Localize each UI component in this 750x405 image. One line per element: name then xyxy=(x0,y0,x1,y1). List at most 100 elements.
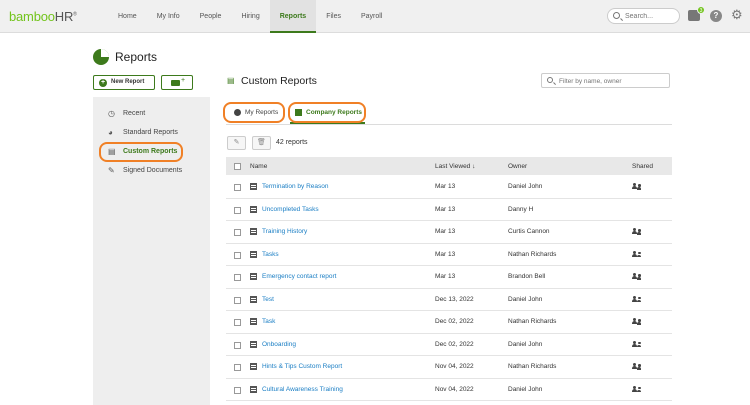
nav-item-reports[interactable]: Reports xyxy=(269,0,317,33)
tabs-divider xyxy=(226,124,672,125)
sidebar-item-recent[interactable]: ◷ Recent xyxy=(93,106,210,122)
clock-icon: ◷ xyxy=(108,109,115,118)
inbox-count-badge: 3 xyxy=(697,6,705,14)
report-name-link[interactable]: Training History xyxy=(262,228,307,235)
row-checkbox[interactable] xyxy=(234,319,241,326)
report-name-link[interactable]: Emergency contact report xyxy=(262,273,336,280)
table-row[interactable]: Onboarding Dec 02, 2022 Daniel John xyxy=(226,334,672,356)
nav-item-payroll[interactable]: Payroll xyxy=(351,0,392,33)
search-icon xyxy=(613,12,620,19)
report-icon xyxy=(250,228,257,235)
pie-chart-icon xyxy=(93,49,109,65)
report-icon xyxy=(250,363,257,370)
new-report-button[interactable]: + New Report xyxy=(93,75,155,90)
highlight-ring-company-reports xyxy=(288,102,366,123)
signature-icon: ✎ xyxy=(108,166,115,175)
nav-item-people[interactable]: People xyxy=(190,0,232,33)
shared-users-icon xyxy=(632,295,641,303)
nav-item-home[interactable]: Home xyxy=(108,0,147,33)
sidebar-item-standard-reports[interactable]: ◕ Standard Reports xyxy=(93,125,210,141)
last-viewed-cell: Dec 02, 2022 xyxy=(435,340,474,348)
last-viewed-cell: Dec 13, 2022 xyxy=(435,295,474,303)
report-icon xyxy=(250,205,257,213)
shared-users-icon xyxy=(632,363,641,370)
column-header-name[interactable]: Name xyxy=(250,163,267,170)
owner-cell: Nathan Richards xyxy=(508,318,557,325)
report-name-link[interactable]: Tasks xyxy=(262,251,279,258)
shared-users-icon xyxy=(632,385,641,393)
row-checkbox[interactable] xyxy=(234,184,241,191)
nav-item-my-info[interactable]: My Info xyxy=(147,0,190,33)
column-header-shared[interactable]: Shared xyxy=(632,163,653,170)
row-checkbox[interactable] xyxy=(234,206,241,214)
report-name-link[interactable]: Cultural Awareness Training xyxy=(262,386,343,393)
owner-cell: Danny H xyxy=(508,205,534,213)
shared-users-icon xyxy=(632,340,641,348)
report-name-link[interactable]: Termination by Reason xyxy=(262,183,328,190)
row-checkbox[interactable] xyxy=(234,386,241,394)
page-title: Reports xyxy=(115,50,158,64)
report-icon xyxy=(250,318,257,325)
row-checkbox[interactable] xyxy=(234,341,241,349)
table-row[interactable]: Tasks Mar 13 Nathan Richards xyxy=(226,244,672,266)
report-name-link[interactable]: Test xyxy=(262,296,274,303)
edit-button[interactable]: ✎ xyxy=(227,136,246,150)
table-row[interactable]: Hints & Tips Custom Report Nov 04, 2022 Na… xyxy=(226,356,672,379)
owner-cell: Curtis Cannon xyxy=(508,228,550,235)
logo-text: bamboo xyxy=(9,9,55,24)
owner-cell: Brandon Bell xyxy=(508,273,546,280)
gear-icon[interactable]: ⚙ xyxy=(731,8,743,22)
report-icon xyxy=(250,340,257,348)
bamboohr-logo[interactable]: bambooHR® xyxy=(9,9,77,24)
filter-input[interactable] xyxy=(559,76,667,86)
highlight-ring-my-reports xyxy=(223,102,285,123)
sidebar-item-label: Signed Documents xyxy=(123,167,183,174)
sidebar-item-label: Standard Reports xyxy=(123,129,178,136)
table-row[interactable]: Emergency contact report Mar 13 Brandon Be… xyxy=(226,266,672,289)
column-header-owner[interactable]: Owner xyxy=(508,163,527,170)
last-viewed-cell: Nov 04, 2022 xyxy=(435,363,474,370)
row-checkbox[interactable] xyxy=(234,251,241,259)
shared-users-icon xyxy=(632,273,641,280)
report-name-link[interactable]: Uncompleted Tasks xyxy=(262,206,319,213)
new-report-label: New Report xyxy=(111,79,145,85)
row-checkbox[interactable] xyxy=(234,296,241,304)
search-input[interactable] xyxy=(625,11,677,21)
new-folder-button[interactable]: + xyxy=(161,75,193,90)
sidebar-item-label: Recent xyxy=(123,110,146,117)
plus-circle-icon: + xyxy=(99,79,107,87)
highlight-ring-custom-reports xyxy=(99,142,183,162)
report-name-link[interactable]: Hints & Tips Custom Report xyxy=(262,363,342,370)
column-header-last-viewed[interactable]: Last Viewed ↓ xyxy=(435,163,475,170)
last-viewed-cell: Mar 13 xyxy=(435,183,456,190)
nav-item-hiring[interactable]: Hiring xyxy=(231,0,269,33)
folder-plus-icon: + xyxy=(181,77,186,84)
table-row[interactable]: Uncompleted Tasks Mar 13 Danny H xyxy=(226,199,672,221)
table-row[interactable]: Training History Mar 13 Curtis Cannon xyxy=(226,221,672,244)
global-search xyxy=(607,8,680,24)
table-row[interactable]: Task Dec 02, 2022 Nathan Richards xyxy=(226,311,672,334)
row-checkbox[interactable] xyxy=(234,364,241,371)
owner-cell: Daniel John xyxy=(508,385,543,393)
last-viewed-cell: Mar 13 xyxy=(435,228,456,235)
report-icon xyxy=(250,183,257,190)
owner-cell: Daniel John xyxy=(508,295,543,303)
row-checkbox[interactable] xyxy=(234,274,241,281)
table-header: Name Last Viewed ↓ Owner Shared xyxy=(226,157,672,175)
help-icon[interactable]: ? xyxy=(710,10,722,22)
table-row[interactable]: Termination by Reason Mar 13 Daniel John xyxy=(226,176,672,199)
table-row[interactable]: Cultural Awareness Training Nov 04, 2022 D… xyxy=(226,379,672,401)
table-row[interactable]: Test Dec 13, 2022 Daniel John xyxy=(226,289,672,311)
last-viewed-cell: Mar 13 xyxy=(435,273,456,280)
sidebar-item-signed-documents[interactable]: ✎ Signed Documents xyxy=(93,163,210,179)
nav-item-files[interactable]: Files xyxy=(316,0,351,33)
select-all-checkbox[interactable] xyxy=(234,163,241,170)
report-name-link[interactable]: Task xyxy=(262,318,275,325)
row-checkbox[interactable] xyxy=(234,229,241,236)
section-title: Custom Reports xyxy=(241,75,317,87)
delete-button[interactable]: 🗑 xyxy=(252,136,271,150)
pencil-icon: ✎ xyxy=(233,139,240,146)
main-nav: Home My Info People Hiring Reports Files… xyxy=(108,0,392,33)
custom-report-icon: ▤ xyxy=(227,76,235,85)
report-name-link[interactable]: Onboarding xyxy=(262,341,296,348)
